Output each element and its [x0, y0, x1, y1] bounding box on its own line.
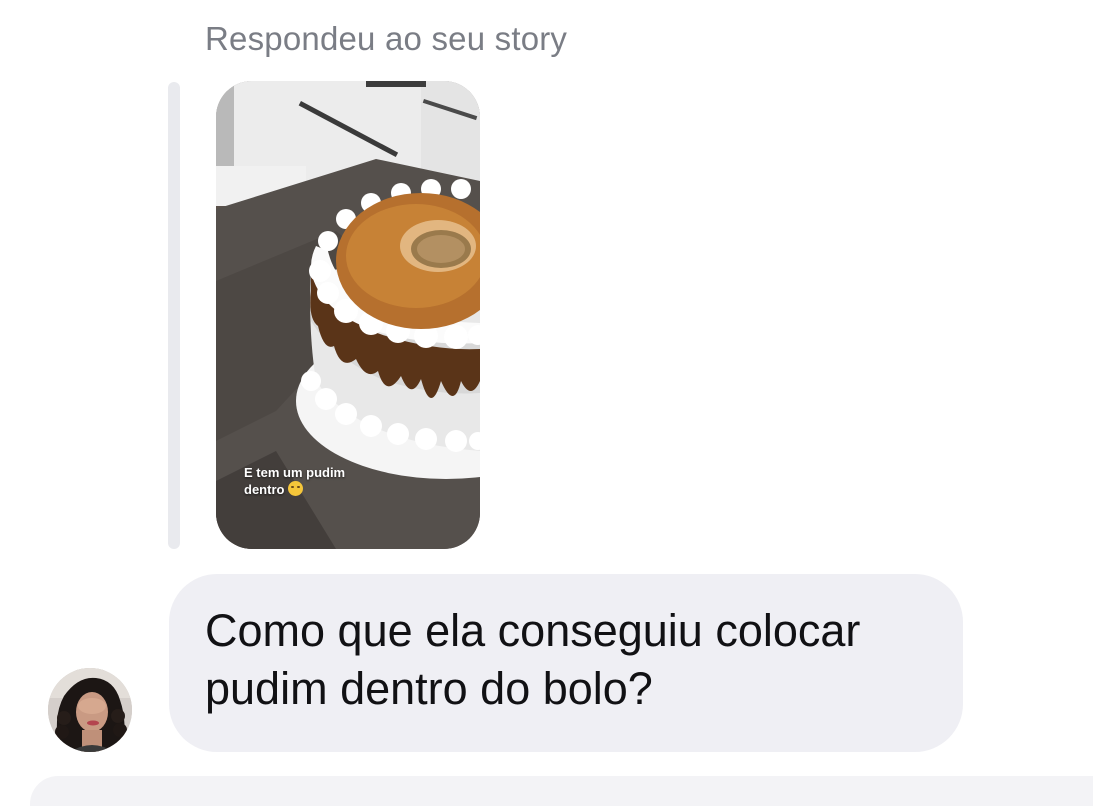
message-line-2: pudim dentro do bolo?	[205, 663, 653, 714]
story-caption-line-2: dentro	[244, 481, 384, 498]
message-line-1: Como que ela conseguiu colocar	[205, 605, 861, 656]
story-caption: E tem um pudim dentro	[244, 464, 384, 498]
story-preview[interactable]: E tem um pudim dentro	[216, 81, 480, 549]
quote-bar	[168, 82, 180, 549]
sender-avatar[interactable]	[48, 668, 132, 752]
story-caption-word: dentro	[244, 482, 285, 497]
story-caption-line-1: E tem um pudim	[244, 465, 346, 480]
avatar-photo	[48, 668, 132, 752]
reply-header-label: Respondeu ao seu story	[205, 20, 568, 57]
message-bubble[interactable]: Como que ela conseguiu colocar pudim den…	[169, 574, 963, 752]
message-text: Como que ela conseguiu colocar pudim den…	[205, 602, 945, 718]
upside-down-smiley-icon	[288, 481, 304, 496]
composer-input-edge[interactable]	[30, 776, 1093, 806]
